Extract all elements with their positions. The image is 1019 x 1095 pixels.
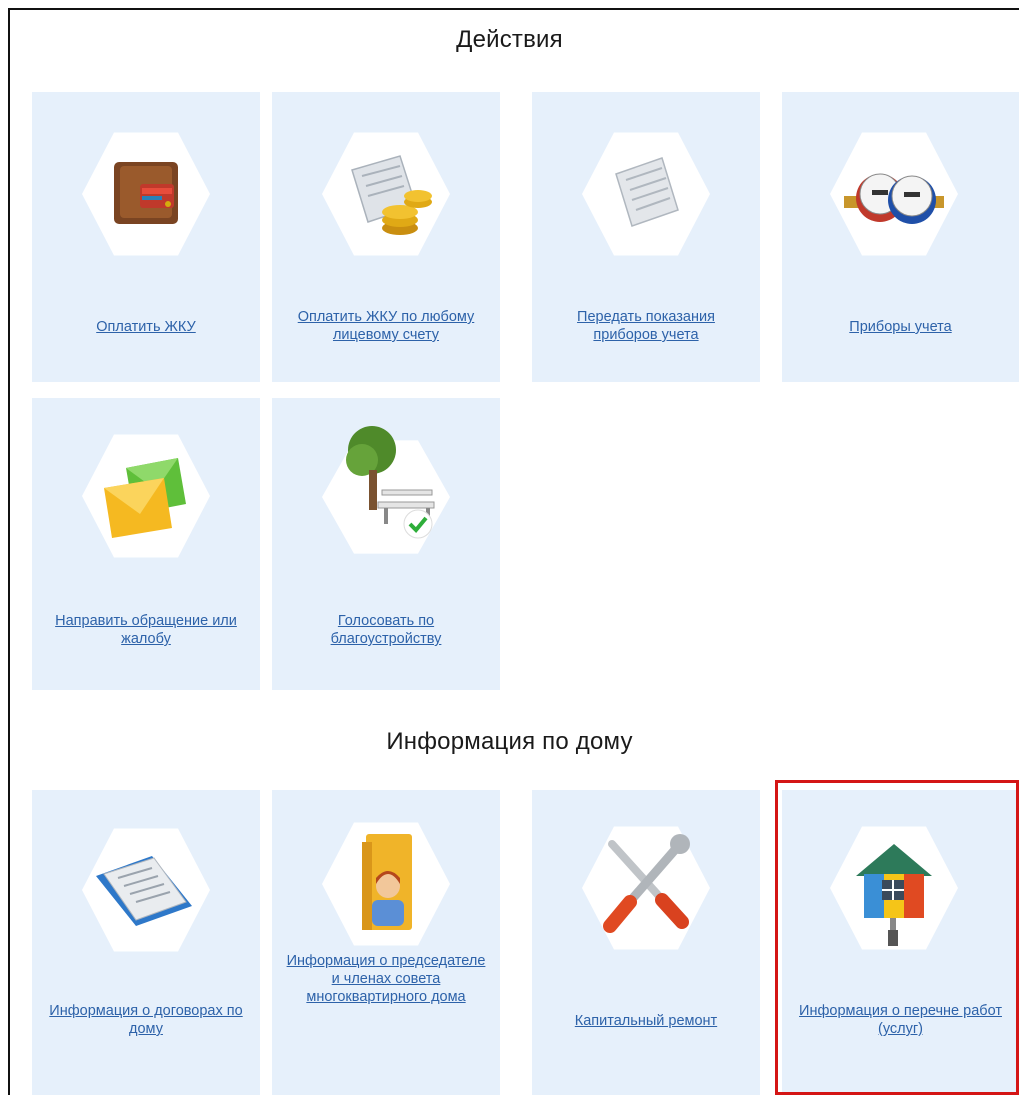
tile-capital-repair[interactable]: Капитальный ремонт [532,790,760,1095]
tools-icon [582,824,710,952]
link-capital-repair[interactable]: Капитальный ремонт [544,1012,748,1030]
link-council-info[interactable]: Информация о председателе и членах совет… [284,952,488,1006]
house-paint-roller-icon [830,824,958,952]
section-title-actions: Действия [456,26,563,53]
link-works-list-info[interactable]: Информация о перечне работ (услуг) [794,1002,1007,1038]
tile-contracts-info[interactable]: Информация о договорах по дому [32,790,260,1095]
tile-council-info[interactable]: Информация о председателе и членах совет… [272,790,500,1095]
tile-meters[interactable]: Приборы учета [782,92,1019,382]
link-pay-utilities[interactable]: Оплатить ЖКУ [44,318,248,336]
link-meters[interactable]: Приборы учета [794,318,1007,336]
link-vote-improvement[interactable]: Голосовать по благоустройству [284,612,488,648]
envelope-icon [82,432,210,560]
section-title-house-info: Информация по дому [386,728,633,755]
tile-send-appeal[interactable]: Направить обращение или жалобу [32,398,260,690]
receipt-icon [582,130,710,258]
folder-person-icon [322,820,450,948]
coins-receipt-icon [322,130,450,258]
tile-pay-utilities[interactable]: Оплатить ЖКУ [32,92,260,382]
link-submit-meter-readings[interactable]: Передать показания приборов учета [544,308,748,344]
water-meter-icon [830,130,958,258]
tile-vote-improvement[interactable]: Голосовать по благоустройству [272,398,500,690]
tile-submit-meter-readings[interactable]: Передать показания приборов учета [532,92,760,382]
tile-works-list-info[interactable]: Информация о перечне работ (услуг) [782,790,1019,1095]
wallet-icon [82,130,210,258]
link-contracts-info[interactable]: Информация о договорах по дому [44,1002,248,1038]
tile-pay-any-account[interactable]: Оплатить ЖКУ по любому лицевому счету [272,92,500,382]
link-send-appeal[interactable]: Направить обращение или жалобу [44,612,248,648]
tree-bench-icon [322,418,450,554]
documents-icon [82,826,210,954]
link-pay-any-account[interactable]: Оплатить ЖКУ по любому лицевому счету [284,308,488,344]
